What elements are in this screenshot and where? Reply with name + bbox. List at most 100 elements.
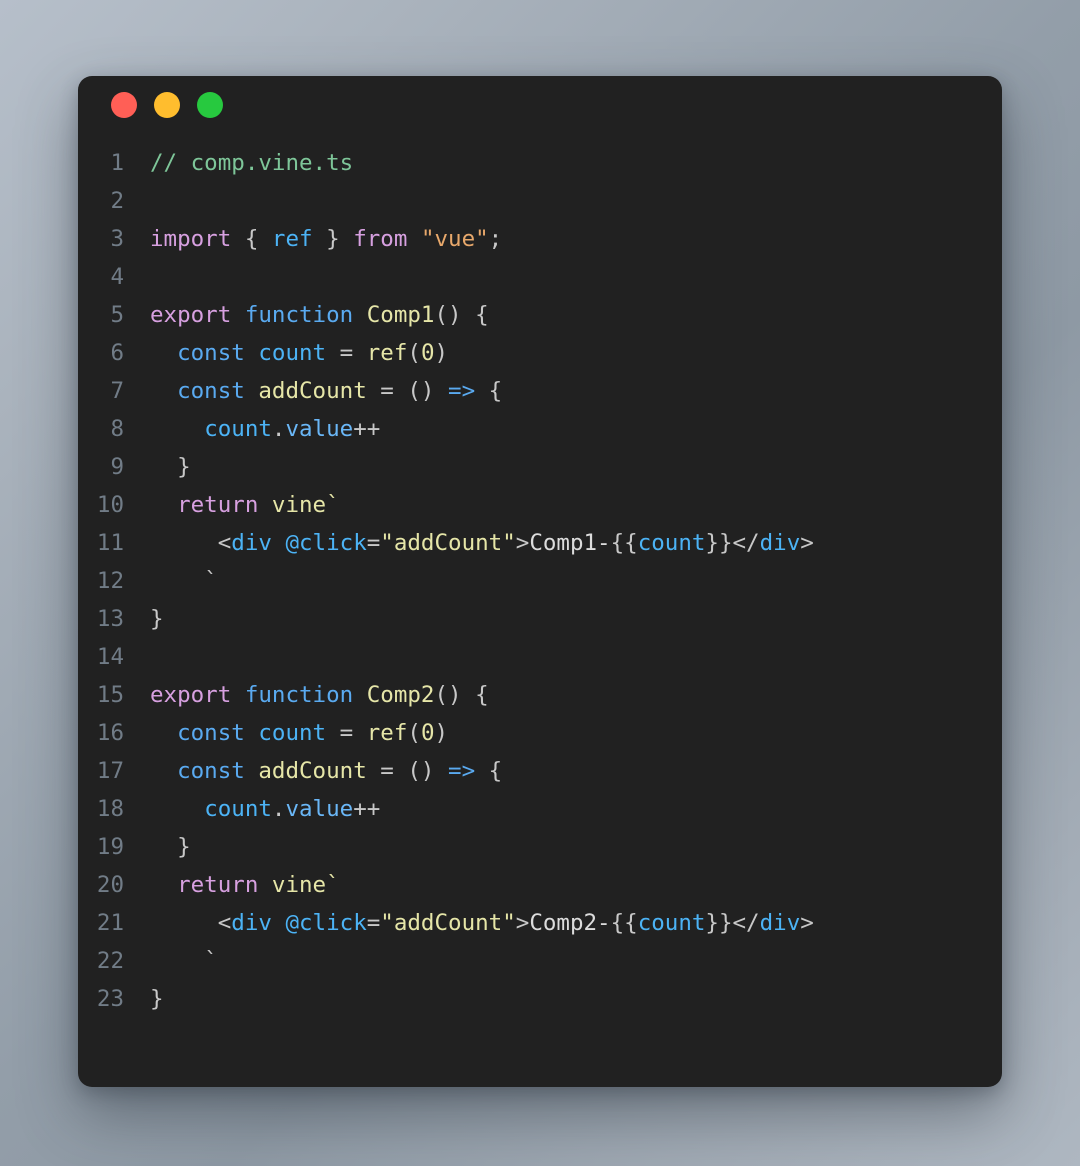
line-content: import { ref } from "vue"; bbox=[150, 220, 502, 258]
code-token: div bbox=[231, 910, 272, 936]
code-token: "vue" bbox=[420, 226, 489, 252]
code-line: 3 import { ref } from "vue"; bbox=[78, 220, 1002, 258]
line-content bbox=[150, 182, 164, 220]
line-number: 9 bbox=[110, 454, 124, 480]
code-token: }} bbox=[705, 910, 733, 936]
line-content: count.value++ bbox=[150, 410, 380, 448]
maximize-window-button[interactable] bbox=[197, 92, 223, 118]
line-number: 22 bbox=[96, 948, 124, 974]
code-token: const bbox=[177, 340, 245, 366]
code-token: ` bbox=[204, 948, 218, 974]
code-token: value bbox=[285, 796, 354, 822]
code-line: 14 bbox=[78, 638, 1002, 676]
code-token: function bbox=[244, 682, 354, 708]
line-number: 4 bbox=[110, 264, 124, 290]
code-token: > bbox=[800, 910, 814, 936]
code-token: 0 bbox=[420, 340, 435, 366]
code-token: = bbox=[366, 530, 381, 556]
code-token: const bbox=[177, 758, 245, 784]
code-token: addCount bbox=[258, 378, 367, 404]
code-token: < bbox=[217, 910, 232, 936]
code-line: 1 // comp.vine.ts bbox=[78, 144, 1002, 182]
line-number: 5 bbox=[110, 302, 124, 328]
code-token: div bbox=[759, 910, 801, 936]
code-token: . bbox=[271, 796, 286, 822]
code-token: export bbox=[150, 302, 232, 328]
line-number: 6 bbox=[110, 340, 124, 366]
code-token: count bbox=[204, 796, 272, 822]
code-token: ) bbox=[434, 720, 449, 746]
code-line: 21 <div @click="addCount">Comp2-{{count}… bbox=[78, 904, 1002, 942]
code-token: = bbox=[366, 910, 381, 936]
close-window-button[interactable] bbox=[111, 92, 137, 118]
code-token: { bbox=[488, 378, 503, 404]
code-token: ref bbox=[366, 720, 408, 746]
code-token: </ bbox=[732, 530, 760, 556]
code-token: "addCount" bbox=[380, 530, 516, 556]
line-number: 16 bbox=[96, 720, 124, 746]
line-content: } bbox=[150, 448, 191, 486]
code-token: function bbox=[244, 302, 354, 328]
code-line: 12 ` bbox=[78, 562, 1002, 600]
line-content: } bbox=[150, 828, 191, 866]
code-line: 4 bbox=[78, 258, 1002, 296]
code-token: addCount bbox=[258, 758, 367, 784]
code-token: ++ bbox=[353, 416, 381, 442]
line-number: 18 bbox=[96, 796, 124, 822]
line-number: 3 bbox=[110, 226, 124, 252]
line-content: // comp.vine.ts bbox=[150, 144, 353, 182]
minimize-window-button[interactable] bbox=[154, 92, 180, 118]
line-number: 17 bbox=[96, 758, 124, 784]
line-number: 11 bbox=[96, 530, 124, 556]
code-token: ; bbox=[488, 226, 503, 252]
line-content bbox=[150, 258, 164, 296]
code-token: count bbox=[204, 416, 272, 442]
code-line: 18 count.value++ bbox=[78, 790, 1002, 828]
code-token: = bbox=[380, 758, 394, 784]
code-token: > bbox=[515, 530, 530, 556]
line-content: count.value++ bbox=[150, 790, 380, 828]
code-editor[interactable]: 1 // comp.vine.ts 2 3 import { ref } from "… bbox=[78, 134, 1002, 1018]
code-line: 10 return vine` bbox=[78, 486, 1002, 524]
code-token: ( bbox=[407, 340, 421, 366]
code-line: 15 export function Comp2() { bbox=[78, 676, 1002, 714]
code-token: const bbox=[177, 720, 245, 746]
line-number: 8 bbox=[110, 416, 124, 442]
line-number: 19 bbox=[96, 834, 124, 860]
line-content: ` bbox=[150, 562, 218, 600]
line-content: return vine` bbox=[150, 486, 340, 524]
code-token: > bbox=[515, 910, 530, 936]
code-line: 8 count.value++ bbox=[78, 410, 1002, 448]
line-content: } bbox=[150, 980, 164, 1018]
code-line: 13} bbox=[78, 600, 1002, 638]
code-token: () bbox=[434, 682, 462, 708]
code-token: > bbox=[800, 530, 814, 556]
code-line: 9 } bbox=[78, 448, 1002, 486]
line-number: 20 bbox=[96, 872, 124, 898]
window-titlebar bbox=[78, 76, 1002, 134]
